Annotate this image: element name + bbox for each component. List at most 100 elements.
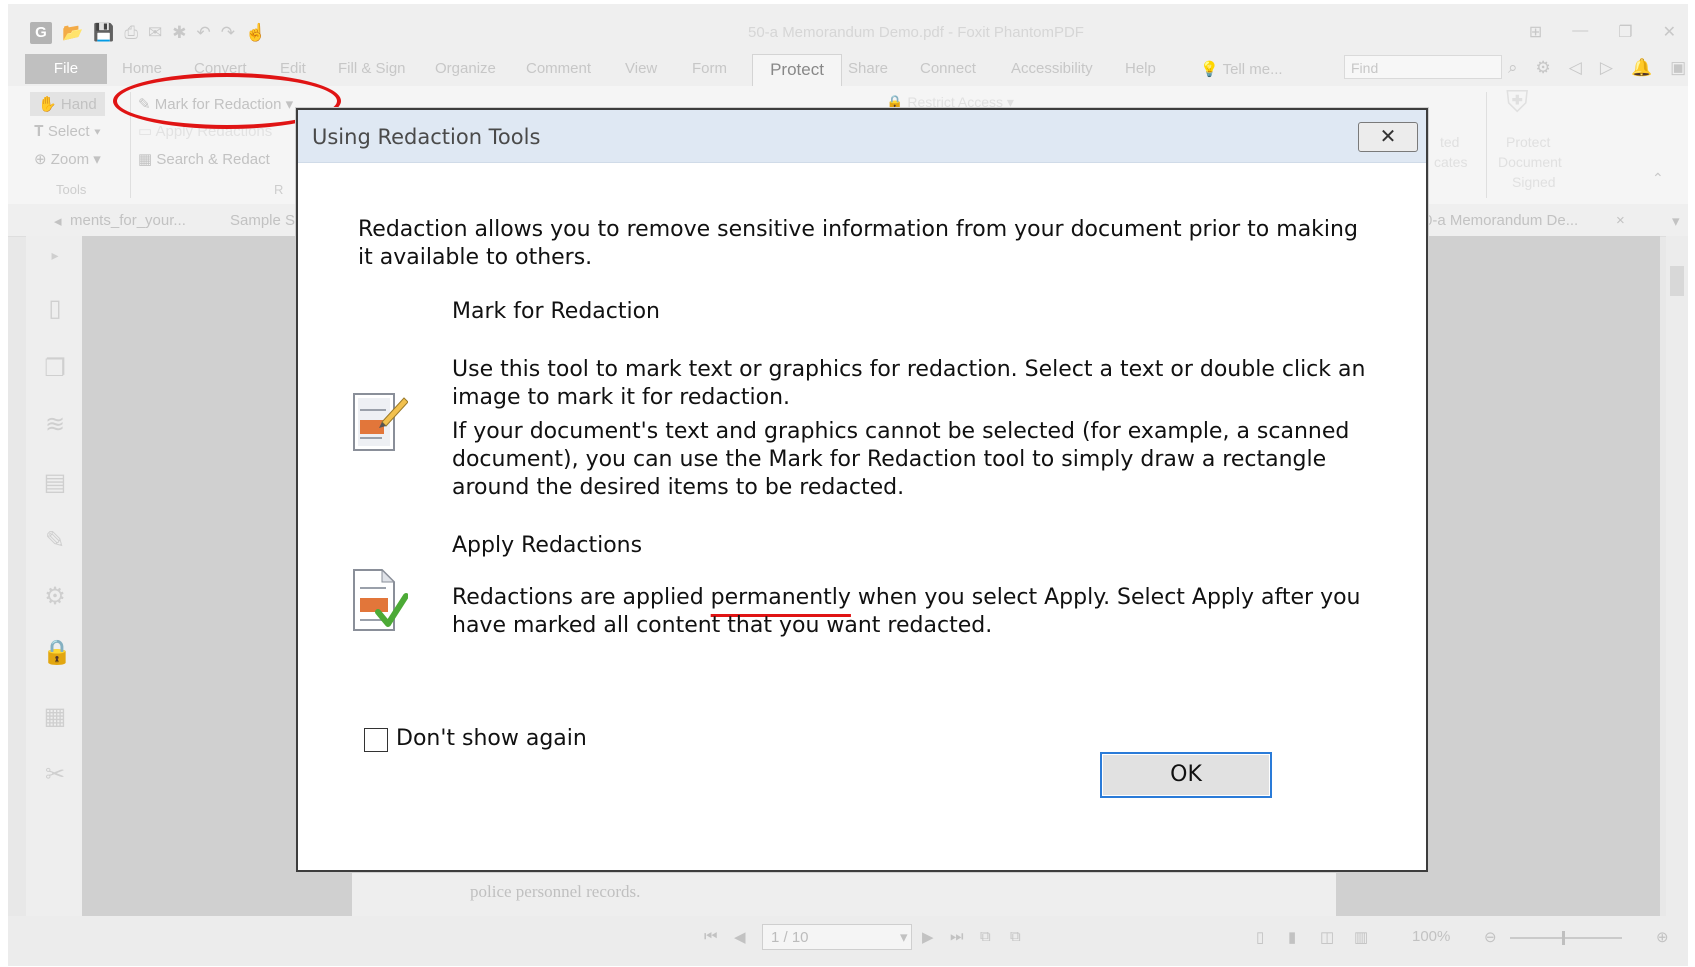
hand-label: Hand — [60, 96, 97, 113]
undo-icon[interactable]: ↶ — [196, 23, 210, 43]
comments-icon[interactable]: ▤ — [42, 470, 68, 496]
ok-button[interactable]: OK — [1100, 752, 1272, 798]
hand-tool-icon[interactable]: ☝ — [245, 23, 266, 43]
next-view-icon[interactable]: ⧉ — [1010, 928, 1021, 945]
permanently-underlined: permanently — [710, 585, 851, 610]
zoom-slider[interactable] — [1510, 937, 1622, 939]
single-page-icon[interactable]: ▯ — [1256, 928, 1264, 946]
minimize-icon[interactable]: — — [1572, 22, 1588, 42]
zoom-tool-button[interactable]: ⊕ Zoom ▾ — [34, 150, 101, 168]
account-icon[interactable]: ▣ — [1670, 58, 1686, 78]
page-thumbnail-icon[interactable]: ▯ — [42, 296, 68, 322]
tab-file[interactable]: File — [25, 54, 107, 84]
title-bar: G 📂 💾 ⎙ ✉ ✱ ↶ ↷ ☝ 50-a Memorandum Demo.p… — [8, 4, 1688, 52]
dialog-title-bar: Using Redaction Tools ✕ — [298, 110, 1426, 163]
doc-tab-3[interactable]: 0-a Memorandum De... — [1424, 212, 1578, 229]
dont-show-again-checkbox[interactable] — [364, 728, 388, 752]
gear-icon[interactable]: ⚙ — [1536, 58, 1551, 78]
redaction-tools-dialog: Using Redaction Tools ✕ Redaction allows… — [296, 108, 1428, 872]
attachment-icon[interactable]: ✎ — [42, 528, 68, 554]
first-page-icon[interactable]: ⏮ — [704, 928, 718, 945]
lock-icon[interactable]: 🔒 — [42, 640, 72, 666]
form-fields-icon[interactable]: ▦ — [42, 704, 68, 730]
protect-document-label-2[interactable]: Document — [1498, 154, 1562, 170]
tools-icon[interactable]: ✂ — [42, 762, 68, 788]
back-icon[interactable]: ◁ — [1569, 58, 1582, 78]
zoom-level[interactable]: 100% — [1412, 928, 1450, 945]
dialog-close-button[interactable]: ✕ — [1358, 122, 1418, 152]
protect-document-label-1[interactable]: Protect — [1506, 134, 1550, 150]
tab-organize[interactable]: Organize — [435, 60, 496, 77]
navigation-panel: ▸ ▯ ❐ ≋ ▤ ✎ ⚙ 🔒 ▦ ✂ — [26, 236, 82, 916]
tab-view[interactable]: View — [625, 60, 657, 77]
next-page-icon[interactable]: ▶ — [922, 928, 934, 946]
layers-icon[interactable]: ≋ — [42, 412, 68, 438]
tab-share[interactable]: Share — [848, 60, 888, 77]
tab-help[interactable]: Help — [1125, 60, 1156, 77]
zoom-label: Zoom — [50, 151, 90, 168]
continuous-page-icon[interactable]: ▮ — [1288, 928, 1296, 946]
window-title: 50-a Memorandum Demo.pdf - Foxit Phantom… — [748, 24, 1084, 41]
restore-icon[interactable]: ❐ — [1618, 22, 1632, 42]
print-icon[interactable]: ⎙ — [124, 23, 138, 43]
select-tool-button[interactable]: 𝐓 Select ▾ — [34, 123, 101, 140]
trusted-certificates-label-2: cates — [1434, 154, 1468, 170]
collapse-ribbon-icon[interactable]: ⌃ — [1652, 170, 1664, 187]
scrollbar-thumb[interactable] — [1670, 266, 1684, 296]
tab-comment[interactable]: Comment — [526, 60, 591, 77]
window-controls: ⊞ — ❐ ✕ — [1529, 22, 1676, 42]
tab-form[interactable]: Form — [692, 60, 727, 77]
forward-icon[interactable]: ▷ — [1600, 58, 1613, 78]
protect-document-label-3[interactable]: Signed — [1512, 174, 1556, 190]
last-page-icon[interactable]: ⏭ — [950, 928, 964, 945]
close-window-icon[interactable]: ✕ — [1663, 22, 1676, 42]
apply-description: Redactions are applied permanently when … — [452, 584, 1392, 640]
zoom-in-icon[interactable]: ⊕ — [1656, 928, 1669, 946]
tab-accessibility[interactable]: Accessibility — [1011, 60, 1093, 77]
pages-icon[interactable]: ❐ — [42, 356, 68, 382]
tab-edit[interactable]: Edit — [280, 60, 306, 77]
doc-tab-1[interactable]: ments_for_your... — [70, 212, 186, 229]
search-redact-button[interactable]: ▦ Search & Redact — [138, 150, 270, 168]
tab-home[interactable]: Home — [122, 60, 162, 77]
quick-access-toolbar: G 📂 💾 ⎙ ✉ ✱ ↶ ↷ ☝ — [30, 22, 266, 44]
continuous-facing-icon[interactable]: ▥ — [1354, 928, 1368, 946]
tools-group-label: Tools — [56, 182, 87, 197]
find-input[interactable]: Find — [1344, 55, 1502, 79]
facing-page-icon[interactable]: ◫ — [1320, 928, 1334, 946]
page-dropdown-icon[interactable]: ▾ — [900, 928, 908, 946]
close-tab-icon[interactable]: × — [1616, 212, 1625, 229]
open-icon[interactable]: 📂 — [62, 23, 83, 43]
search-redact-label: Search & Redact — [156, 151, 270, 168]
page-number-input[interactable]: 1 / 10 — [762, 924, 912, 950]
apply-redactions-heading: Apply Redactions — [452, 533, 643, 558]
vertical-scrollbar[interactable] — [1666, 236, 1688, 916]
dialog-intro-text: Redaction allows you to remove sensitive… — [358, 217, 1358, 270]
search-icon[interactable]: ⌕ — [1508, 58, 1518, 78]
tell-me-search[interactable]: 💡 Tell me... — [1200, 60, 1283, 78]
status-bar: ⏮ ◀ 1 / 10 ▾ ▶ ⏭ ⧉ ⧉ ▯ ▮ ◫ ▥ 100% ⊖ ⊕ — [8, 916, 1688, 966]
email-icon[interactable]: ✉ — [148, 23, 162, 43]
dialog-title: Using Redaction Tools — [312, 125, 541, 149]
hand-tool-button[interactable]: ✋ Hand — [30, 92, 105, 116]
save-icon[interactable]: 💾 — [93, 23, 114, 43]
zoom-slider-handle[interactable] — [1562, 931, 1565, 945]
new-icon[interactable]: ✱ — [172, 23, 186, 43]
signature-icon[interactable]: ⚙ — [42, 584, 68, 610]
mark-for-redaction-heading: Mark for Redaction — [452, 299, 661, 324]
tab-protect[interactable]: Protect — [752, 54, 842, 86]
redaction-group-label: R — [274, 182, 284, 197]
previous-view-icon[interactable]: ⧉ — [980, 928, 991, 945]
ribbon-display-icon[interactable]: ⊞ — [1529, 22, 1542, 42]
previous-page-icon[interactable]: ◀ — [734, 928, 746, 946]
doc-tab-2[interactable]: Sample S — [230, 212, 295, 229]
expand-panel-icon[interactable]: ▸ — [42, 242, 68, 268]
tab-fill-sign[interactable]: Fill & Sign — [338, 60, 406, 77]
tab-list-dropdown-icon[interactable]: ▾ — [1672, 212, 1680, 230]
zoom-out-icon[interactable]: ⊖ — [1484, 928, 1497, 946]
tab-connect[interactable]: Connect — [920, 60, 976, 77]
bell-icon[interactable]: 🔔 — [1631, 58, 1652, 78]
doc-tab-left-arrow-icon[interactable]: ◂ — [54, 212, 62, 230]
dont-show-again-label[interactable]: Don't show again — [396, 726, 587, 751]
redo-icon[interactable]: ↷ — [221, 23, 235, 43]
